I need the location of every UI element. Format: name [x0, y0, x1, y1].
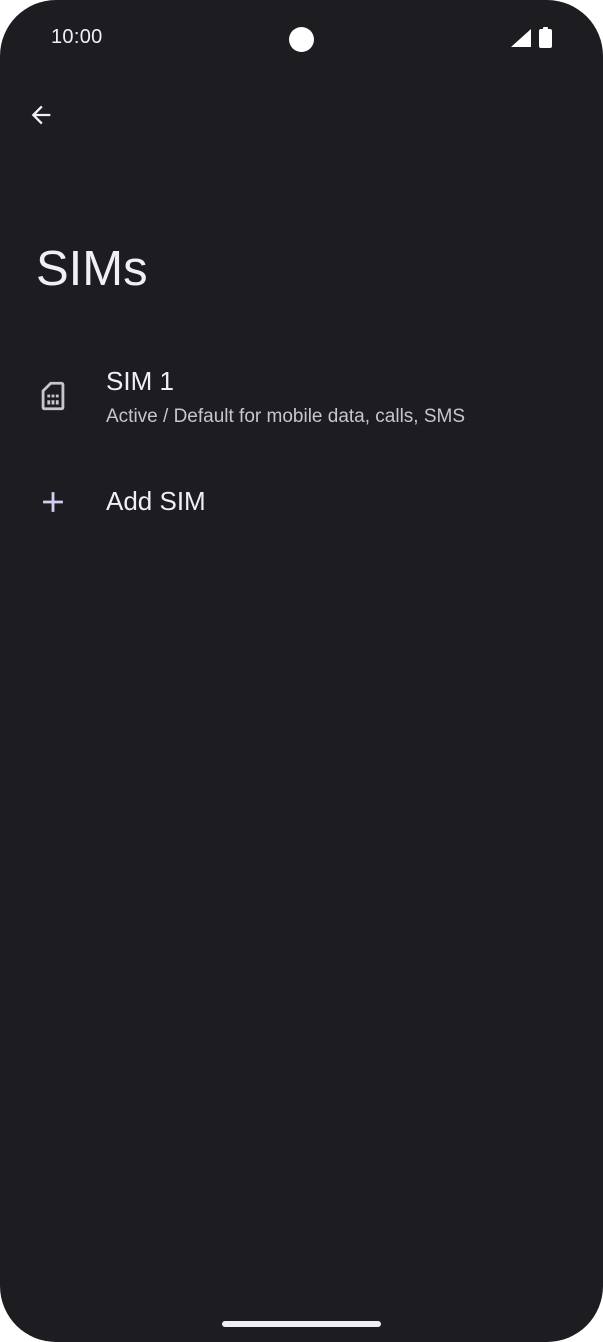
- add-sim-button[interactable]: Add SIM: [0, 468, 603, 538]
- arrow-back-icon: [31, 105, 51, 125]
- sim-card-icon: [41, 381, 65, 411]
- sim-summary: Active / Default for mobile data, calls,…: [106, 406, 466, 427]
- add-sim-label: Add SIM: [106, 486, 206, 516]
- status-time: 10:00: [51, 26, 103, 48]
- cell-signal-icon: [511, 29, 531, 47]
- plus-icon: [43, 492, 63, 512]
- sim-title: SIM 1: [106, 366, 174, 396]
- battery-icon: [539, 27, 552, 48]
- sim-list-item[interactable]: SIM 1 Active / Default for mobile data, …: [0, 350, 603, 450]
- gesture-navigation-handle[interactable]: [222, 1321, 381, 1327]
- camera-cutout: [289, 27, 314, 52]
- status-bar: 10:00: [0, 0, 603, 76]
- back-button[interactable]: [20, 94, 62, 136]
- page-title: SIMs: [36, 242, 148, 296]
- device-screen: 10:00 SIMs SIM 1 Active / Default for mo…: [0, 0, 603, 1342]
